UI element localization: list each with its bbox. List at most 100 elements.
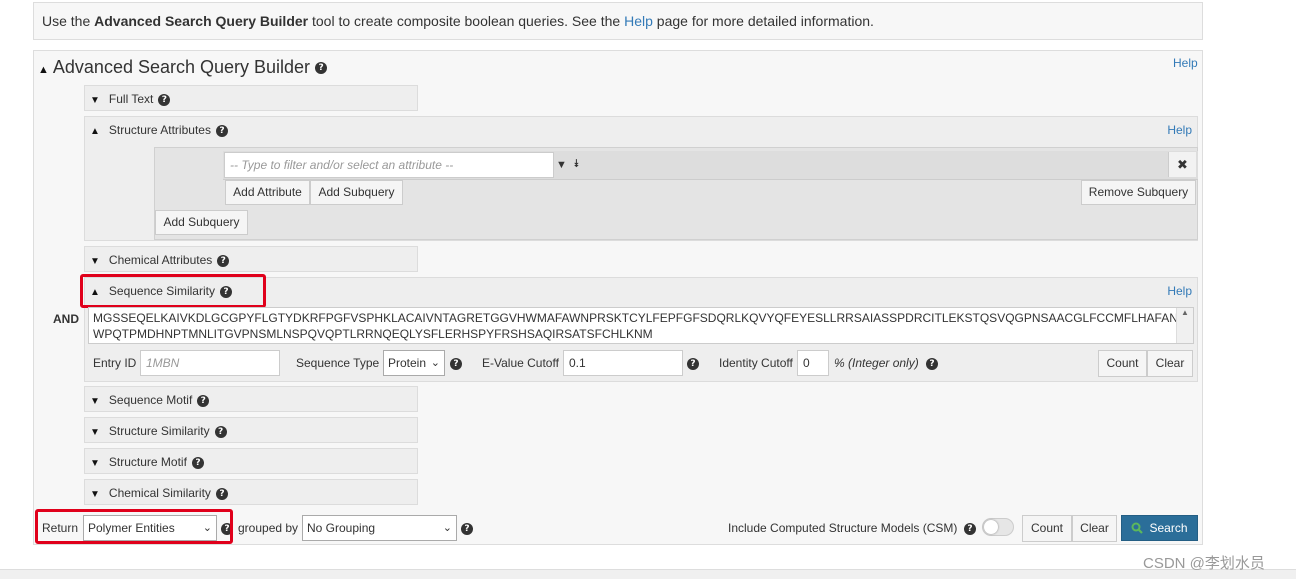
panel-structure-similarity-label: Structure Similarity: [108, 424, 210, 438]
panel-full-text-label: Full Text: [108, 92, 154, 106]
count-button[interactable]: Count: [1022, 515, 1072, 542]
chevron-down-icon: ⌄: [430, 357, 440, 369]
attribute-dropdown-arrow-icon[interactable]: ▼: [554, 152, 569, 178]
panel-structure-motif-header[interactable]: ▼ Structure Motif?: [90, 455, 204, 469]
info-banner: Use the Advanced Search Query Builder to…: [33, 2, 1203, 40]
panel-structure-motif-label: Structure Motif: [108, 455, 187, 469]
page-footer-divider: [0, 569, 1296, 579]
evalue-help[interactable]: ?: [687, 356, 699, 370]
help-circle-icon[interactable]: ?: [964, 522, 976, 535]
banner-suffix: page for more detailed information.: [652, 13, 874, 29]
sequence-textarea[interactable]: MGSSEQELKAIVKDLGCGPYFLGTYDKRFPGFVSPHKLAC…: [88, 307, 1194, 344]
panel-structure-similarity-header[interactable]: ▼ Structure Similarity?: [90, 424, 227, 438]
help-circle-icon[interactable]: ?: [214, 425, 227, 438]
builder-title[interactable]: ▲ Advanced Search Query Builder ?: [38, 57, 328, 78]
csm-toggle[interactable]: [982, 518, 1014, 536]
identity-cutoff-label: Identity Cutoff: [719, 356, 793, 370]
identity-unit-note: % (Integer only): [834, 356, 919, 370]
sequence-type-help[interactable]: ?: [450, 356, 462, 370]
panel-sequence-motif-label: Sequence Motif: [108, 393, 193, 407]
help-circle-icon[interactable]: ?: [687, 357, 699, 370]
panel-sequence-motif[interactable]: ▼ Sequence Motif?: [84, 386, 418, 412]
panel-structure-similarity[interactable]: ▼ Structure Similarity?: [84, 417, 418, 443]
close-icon[interactable]: ✖: [1168, 152, 1196, 177]
expand-triangle-icon[interactable]: ▼: [90, 256, 100, 267]
highlight-box-sequence-similarity: [80, 274, 266, 308]
builder-help-link[interactable]: Help: [1173, 56, 1198, 70]
entry-id-placeholder: 1MBN: [146, 356, 180, 370]
panel-full-text-header[interactable]: ▼ Full Text?: [90, 92, 171, 106]
sequence-type-select[interactable]: Protein ⌄: [383, 350, 445, 376]
panel-structure-motif[interactable]: ▼ Structure Motif?: [84, 448, 418, 474]
scroll-up-icon[interactable]: ▲: [1177, 308, 1193, 317]
chevron-down-icon: ⌄: [442, 522, 452, 534]
panel-sequence-motif-header[interactable]: ▼ Sequence Motif?: [90, 393, 210, 407]
boolean-operator-and[interactable]: AND: [53, 312, 79, 326]
panel-chemical-attributes-header[interactable]: ▼ Chemical Attributes?: [90, 253, 230, 267]
grouping-value: No Grouping: [307, 521, 376, 535]
panel-chemical-similarity-header[interactable]: ▼ Chemical Similarity?: [90, 486, 228, 500]
grouped-by-label: grouped by: [238, 521, 299, 535]
entry-id-label: Entry ID: [93, 356, 137, 370]
help-circle-icon[interactable]: ?: [215, 124, 228, 137]
collapse-triangle-icon[interactable]: ▲: [38, 64, 49, 76]
sequence-type-value: Protein: [388, 356, 427, 370]
sequence-similarity-help-link[interactable]: Help: [1167, 284, 1192, 298]
search-button-label: Search: [1149, 521, 1188, 535]
builder-title-text: Advanced Search Query Builder: [52, 57, 311, 77]
watermark-text: CSDN @李划水员: [1143, 555, 1265, 572]
evalue-cutoff-value: 0.1: [569, 356, 586, 370]
help-circle-icon[interactable]: ?: [217, 254, 230, 267]
collapse-triangle-icon[interactable]: ▲: [90, 126, 100, 137]
expand-triangle-icon[interactable]: ▼: [90, 458, 100, 469]
banner-help-link[interactable]: Help: [624, 13, 653, 29]
add-subquery-button[interactable]: Add Subquery: [310, 180, 403, 205]
expand-triangle-icon[interactable]: ▼: [90, 396, 100, 407]
expand-triangle-icon[interactable]: ▼: [90, 427, 100, 438]
toggle-knob: [984, 520, 998, 534]
entry-id-input[interactable]: 1MBN: [140, 350, 280, 376]
evalue-cutoff-label: E-Value Cutoff: [482, 356, 559, 370]
panel-chemical-attributes[interactable]: ▼ Chemical Attributes?: [84, 246, 418, 272]
attribute-select-input[interactable]: -- Type to filter and/or select an attri…: [224, 152, 554, 178]
panel-chemical-attributes-label: Chemical Attributes: [108, 253, 213, 267]
help-circle-icon[interactable]: ?: [315, 62, 328, 75]
identity-help[interactable]: ?: [926, 356, 938, 370]
help-circle-icon[interactable]: ?: [215, 487, 228, 500]
help-circle-icon[interactable]: ?: [197, 394, 210, 407]
banner-bold-title: Advanced Search Query Builder: [94, 13, 309, 29]
clear-button[interactable]: Clear: [1072, 515, 1117, 542]
csm-label: Include Computed Structure Models (CSM): [728, 521, 958, 535]
grouping-select[interactable]: No Grouping ⌄: [302, 515, 457, 541]
panel-full-text[interactable]: ▼ Full Text?: [84, 85, 418, 111]
help-circle-icon[interactable]: ?: [191, 456, 204, 469]
identity-cutoff-input[interactable]: 0: [797, 350, 829, 376]
add-subquery-outer-button[interactable]: Add Subquery: [155, 210, 248, 235]
structure-attributes-help-link[interactable]: Help: [1167, 123, 1192, 137]
help-circle-icon[interactable]: ?: [158, 93, 171, 106]
attribute-placeholder: -- Type to filter and/or select an attri…: [230, 158, 454, 172]
attribute-expand-all-icon[interactable]: ⯯: [569, 152, 584, 178]
evalue-cutoff-input[interactable]: 0.1: [563, 350, 683, 376]
help-circle-icon[interactable]: ?: [450, 357, 462, 370]
remove-subquery-button[interactable]: Remove Subquery: [1081, 180, 1196, 205]
help-circle-icon[interactable]: ?: [926, 357, 938, 370]
csm-help[interactable]: ?: [964, 521, 976, 535]
search-button[interactable]: Search: [1121, 515, 1198, 541]
sequence-count-button[interactable]: Count: [1098, 350, 1147, 377]
banner-mid: tool to create composite boolean queries…: [308, 13, 625, 29]
panel-chemical-similarity-label: Chemical Similarity: [108, 486, 211, 500]
highlight-box-return: [35, 509, 233, 544]
identity-cutoff-value: 0: [803, 356, 810, 370]
add-attribute-button[interactable]: Add Attribute: [225, 180, 310, 205]
expand-triangle-icon[interactable]: ▼: [90, 95, 100, 106]
help-circle-icon[interactable]: ?: [461, 522, 473, 535]
expand-triangle-icon[interactable]: ▼: [90, 489, 100, 500]
sequence-clear-button[interactable]: Clear: [1147, 350, 1193, 377]
sequence-type-label: Sequence Type: [296, 356, 380, 370]
search-icon: [1131, 522, 1144, 534]
panel-structure-attributes-header[interactable]: ▲ Structure Attributes?: [90, 123, 228, 137]
sequence-scrollbar[interactable]: ▲: [1176, 308, 1193, 343]
grouping-help[interactable]: ?: [461, 521, 473, 535]
panel-chemical-similarity[interactable]: ▼ Chemical Similarity?: [84, 479, 418, 505]
